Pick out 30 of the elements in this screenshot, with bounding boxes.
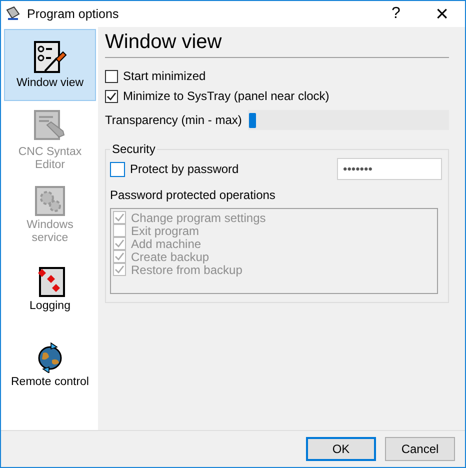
sidebar-item[interactable]: Window view — [4, 29, 96, 101]
sidebar-item[interactable]: Logging — [4, 254, 96, 326]
window-title: Program options — [27, 7, 120, 21]
password-field[interactable]: ••••••• — [337, 158, 442, 180]
checkbox-label: Restore from backup — [131, 262, 242, 276]
slider-thumb[interactable] — [248, 113, 256, 128]
checkbox-label: Start minimized — [123, 69, 206, 83]
sidebar-item[interactable]: Remote control — [4, 329, 96, 401]
checkbox[interactable] — [110, 162, 125, 176]
dialog-button[interactable]: OK — [306, 437, 376, 461]
transparency-slider[interactable] — [248, 110, 449, 130]
document-icon — [33, 108, 67, 142]
checkbox-label: Minimize to SysTray (panel near clock) — [123, 89, 330, 103]
app-icon — [5, 6, 21, 22]
list-label: Password protected operations — [110, 188, 276, 202]
checkbox-label: Add machine — [131, 236, 202, 250]
page-heading: Window view — [105, 31, 449, 58]
checkbox[interactable] — [105, 90, 118, 102]
group-title: Security — [111, 142, 156, 156]
gear-icon — [35, 186, 65, 216]
checkbox-label: Protect by password — [130, 162, 239, 176]
form-icon — [33, 40, 67, 74]
help-button[interactable]: ? — [373, 1, 419, 27]
checkbox-label: Create backup — [131, 250, 210, 264]
dialog-button[interactable]: Cancel — [385, 437, 455, 461]
checkbox[interactable] — [105, 70, 118, 82]
slider-label: Transparency (min - max) — [105, 113, 242, 127]
checkbox-label: Change program settings — [131, 210, 266, 224]
close-button[interactable]: × — [419, 1, 465, 27]
checkbox-label: Exit program — [131, 224, 200, 238]
